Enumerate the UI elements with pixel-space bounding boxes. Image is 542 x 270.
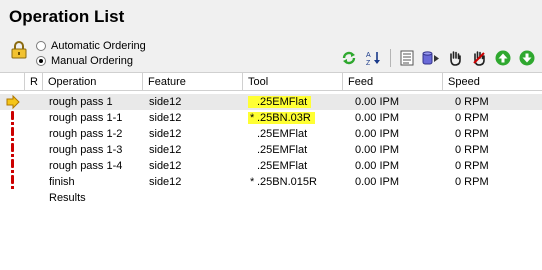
header-tool[interactable]: Tool (243, 73, 343, 91)
tool-name: .25EMFlat (257, 144, 308, 156)
tool-changed-mark: * (250, 176, 255, 188)
table-row[interactable]: finish side12 * .25BN.015R 0.00 IPM 0 RPM (0, 174, 542, 190)
header-feature[interactable]: Feature (143, 73, 243, 91)
stock-play-icon[interactable] (422, 49, 440, 67)
svg-text:Z: Z (366, 60, 371, 66)
operations-table: R Operation Feature Tool Feed Speed roug… (0, 72, 542, 270)
manual-ordering-option[interactable]: Manual Ordering (36, 55, 133, 67)
tool-cell: * .25BN.03R (248, 110, 315, 126)
operation-name: rough pass 1-4 (49, 160, 123, 172)
hand-stop-icon[interactable] (470, 49, 488, 67)
tool-cell: .25EMFlat (248, 126, 311, 142)
current-operation-arrow-icon (6, 95, 20, 109)
header-operation[interactable]: Operation (43, 73, 143, 91)
table-header: R Operation Feature Tool Feed Speed (0, 72, 542, 91)
tool-cell: .25EMFlat (248, 94, 312, 110)
tool-cell: .25EMFlat (248, 142, 311, 158)
warning-exclamation-icon (11, 127, 14, 141)
results-label: Results (49, 192, 86, 204)
warning-exclamation-icon (11, 143, 14, 157)
tool-name: .25BN.015R (257, 176, 317, 188)
automatic-ordering-label: Automatic Ordering (51, 40, 146, 52)
list-icon[interactable] (398, 49, 416, 67)
speed-value: 0 RPM (455, 144, 489, 156)
table-row[interactable]: rough pass 1-4 side12 .25EMFlat 0.00 IPM 0 R… (0, 158, 542, 174)
regenerate-icon[interactable] (340, 49, 358, 67)
lock-icon[interactable] (11, 41, 27, 59)
feature-name: side12 (149, 96, 182, 108)
header-speed[interactable]: Speed (443, 73, 542, 91)
tool-name: .25EMFlat (257, 160, 308, 172)
sort-icon[interactable]: A Z (364, 49, 382, 67)
panel-title: Operation List (9, 7, 125, 26)
results-row[interactable]: Results (0, 190, 542, 206)
operation-name: rough pass 1 (49, 96, 113, 108)
toolbar: A Z (340, 48, 542, 68)
move-up-icon[interactable] (494, 49, 512, 67)
header-feed[interactable]: Feed (343, 73, 443, 91)
operation-list-panel: Operation List Automatic Ordering Manual… (0, 0, 542, 72)
table-row[interactable]: rough pass 1 side12 .25EMFlat 0.00 IPM 0 RPM (0, 94, 542, 110)
feature-name: side12 (149, 128, 182, 140)
table-row[interactable]: rough pass 1-1 side12 * .25BN.03R 0.00 IPM 0 … (0, 110, 542, 126)
feature-name: side12 (149, 160, 182, 172)
table-row[interactable]: rough pass 1-2 side12 .25EMFlat 0.00 IPM 0 R… (0, 126, 542, 142)
tool-name: .25EMFlat (257, 96, 308, 108)
speed-value: 0 RPM (455, 112, 489, 124)
speed-value: 0 RPM (455, 96, 489, 108)
operation-name: rough pass 1-1 (49, 112, 123, 124)
operation-name: finish (49, 176, 75, 188)
table-row[interactable]: rough pass 1-3 side12 .25EMFlat 0.00 IPM 0 R… (0, 142, 542, 158)
manual-ordering-radio[interactable] (36, 56, 46, 66)
toolbar-separator (390, 49, 391, 67)
manual-ordering-label: Manual Ordering (51, 55, 133, 67)
automatic-ordering-radio[interactable] (36, 41, 46, 51)
operation-name: rough pass 1-2 (49, 128, 123, 140)
hand-icon[interactable] (446, 49, 464, 67)
header-status-cell (0, 73, 25, 91)
operation-name: rough pass 1-3 (49, 144, 123, 156)
tool-name: .25EMFlat (257, 128, 308, 140)
feed-value: 0.00 IPM (355, 128, 400, 140)
warning-exclamation-icon (11, 159, 14, 173)
feed-value: 0.00 IPM (355, 112, 400, 124)
tool-cell: .25EMFlat (248, 158, 311, 174)
automatic-ordering-option[interactable]: Automatic Ordering (36, 40, 146, 52)
feed-value: 0.00 IPM (355, 176, 400, 188)
speed-value: 0 RPM (455, 128, 489, 140)
feed-value: 0.00 IPM (355, 96, 400, 108)
tool-cell: * .25BN.015R (248, 174, 321, 190)
warning-exclamation-icon (11, 175, 14, 189)
tool-name: .25BN.03R (257, 112, 311, 124)
feature-name: side12 (149, 176, 182, 188)
feature-name: side12 (149, 112, 182, 124)
tool-changed-mark: * (250, 112, 255, 124)
move-down-icon[interactable] (518, 49, 536, 67)
header-r[interactable]: R (25, 73, 43, 91)
warning-exclamation-icon (11, 111, 14, 125)
feed-value: 0.00 IPM (355, 144, 400, 156)
svg-text:A: A (366, 52, 371, 59)
feed-value: 0.00 IPM (355, 160, 400, 172)
speed-value: 0 RPM (455, 176, 489, 188)
speed-value: 0 RPM (455, 160, 489, 172)
feature-name: side12 (149, 144, 182, 156)
